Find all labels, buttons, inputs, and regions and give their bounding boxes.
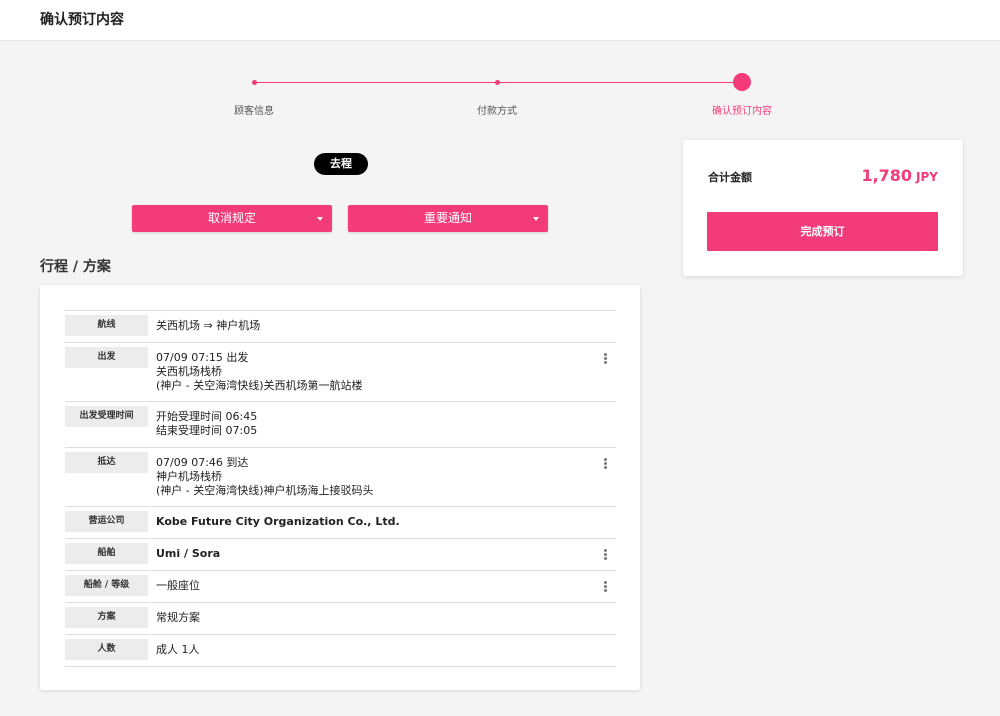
value-line: 关西机场 ⇒ 神户机场 xyxy=(156,319,261,332)
cancel-policy-dropdown[interactable]: 取消规定 xyxy=(132,205,332,232)
row-label: 抵达 xyxy=(65,452,148,473)
value-line: 一般座位 xyxy=(156,579,200,592)
more-vert-icon[interactable] xyxy=(604,458,608,472)
row-operator: 营运公司 Kobe Future City Organization Co., … xyxy=(65,507,616,539)
row-route: 航线 关西机场 ⇒ 神户机场 xyxy=(65,311,616,343)
step-dot-customer-info xyxy=(252,80,257,85)
value-line: 结束受理时间 07:05 xyxy=(156,424,258,437)
chevron-down-icon xyxy=(533,217,539,221)
amount-value: 1,780 xyxy=(861,166,913,185)
step-label-confirm-booking: 确认预订内容 xyxy=(712,106,772,117)
value-line: (神户 - 关空海湾快线)关西机场第一航站楼 xyxy=(156,379,363,392)
itinerary-section-title: 行程 / 方案 xyxy=(40,259,111,275)
total-label: 合计金额 xyxy=(708,171,752,184)
row-label: 出发 xyxy=(65,347,148,368)
important-notice-dropdown[interactable]: 重要通知 xyxy=(348,205,548,232)
value-line: 开始受理时间 06:45 xyxy=(156,410,258,423)
row-label: 出发受理时间 xyxy=(65,406,148,427)
row-label: 航线 xyxy=(65,315,148,336)
more-vert-icon[interactable] xyxy=(604,549,608,563)
more-vert-icon[interactable] xyxy=(604,581,608,595)
value-line: Umi / Sora xyxy=(156,547,221,560)
step-dot-confirm-booking xyxy=(733,73,751,91)
step-label-customer-info: 顾客信息 xyxy=(234,106,274,117)
complete-booking-button[interactable]: 完成预订 xyxy=(707,212,938,251)
row-value: 关西机场 ⇒ 神户机场 xyxy=(156,311,616,333)
row-value: 07/09 07:46 到达 神户机场栈桥 (神户 - 关空海湾快线)神户机场海… xyxy=(156,448,616,498)
row-arrival: 抵达 07/09 07:46 到达 神户机场栈桥 (神户 - 关空海湾快线)神户… xyxy=(65,448,616,507)
row-label: 人数 xyxy=(65,639,148,660)
row-label: 船舱 / 等级 xyxy=(65,575,148,596)
progress-stepper: 顾客信息 付款方式 确认预订内容 xyxy=(0,68,1000,128)
row-label: 船舶 xyxy=(65,543,148,564)
step-connector-2 xyxy=(497,82,733,83)
row-passengers: 人数 成人 1人 xyxy=(65,635,616,667)
row-plan: 方案 常规方案 xyxy=(65,603,616,635)
chevron-down-icon xyxy=(317,217,323,221)
row-value: Kobe Future City Organization Co., Ltd. xyxy=(156,507,616,529)
row-value: 成人 1人 xyxy=(156,635,616,657)
row-label: 方案 xyxy=(65,607,148,628)
step-connector-1 xyxy=(254,82,497,83)
row-label: 营运公司 xyxy=(65,511,148,532)
row-value: 一般座位 xyxy=(156,571,616,593)
step-label-payment-method: 付款方式 xyxy=(477,106,517,117)
itinerary-table: 航线 关西机场 ⇒ 神户机场 出发 07/09 07:15 出发 关西机场栈桥 … xyxy=(65,310,616,667)
value-line: (神户 - 关空海湾快线)神户机场海上接驳码头 xyxy=(156,484,374,497)
row-value: Umi / Sora xyxy=(156,539,616,561)
currency-code: JPY xyxy=(916,170,938,184)
value-line: Kobe Future City Organization Co., Ltd. xyxy=(156,515,400,528)
row-departure-checkin: 出发受理时间 开始受理时间 06:45 结束受理时间 07:05 xyxy=(65,402,616,448)
value-line: 神户机场栈桥 xyxy=(156,470,222,483)
step-dot-payment-method xyxy=(495,80,500,85)
value-line: 07/09 07:15 出发 xyxy=(156,351,249,364)
row-value: 常规方案 xyxy=(156,603,616,625)
row-value: 开始受理时间 06:45 结束受理时间 07:05 xyxy=(156,402,616,438)
value-line: 07/09 07:46 到达 xyxy=(156,456,249,469)
outbound-badge: 去程 xyxy=(314,153,368,175)
top-bar: 确认预订内容 xyxy=(0,0,1000,41)
page-title: 确认预订内容 xyxy=(40,12,124,28)
more-vert-icon[interactable] xyxy=(604,353,608,367)
row-departure: 出发 07/09 07:15 出发 关西机场栈桥 (神户 - 关空海湾快线)关西… xyxy=(65,343,616,402)
value-line: 常规方案 xyxy=(156,611,200,624)
total-summary-card: 合计金额 1,780 JPY 完成预订 xyxy=(683,140,963,276)
row-cabin-class: 船舱 / 等级 一般座位 xyxy=(65,571,616,603)
total-amount: 1,780 JPY xyxy=(861,166,938,185)
value-line: 成人 1人 xyxy=(156,643,200,656)
itinerary-card: 航线 关西机场 ⇒ 神户机场 出发 07/09 07:15 出发 关西机场栈桥 … xyxy=(40,285,640,690)
row-value: 07/09 07:15 出发 关西机场栈桥 (神户 - 关空海湾快线)关西机场第… xyxy=(156,343,616,393)
important-notice-label: 重要通知 xyxy=(423,211,472,225)
row-vessel: 船舶 Umi / Sora xyxy=(65,539,616,571)
cancel-policy-label: 取消规定 xyxy=(207,211,256,225)
value-line: 关西机场栈桥 xyxy=(156,365,222,378)
